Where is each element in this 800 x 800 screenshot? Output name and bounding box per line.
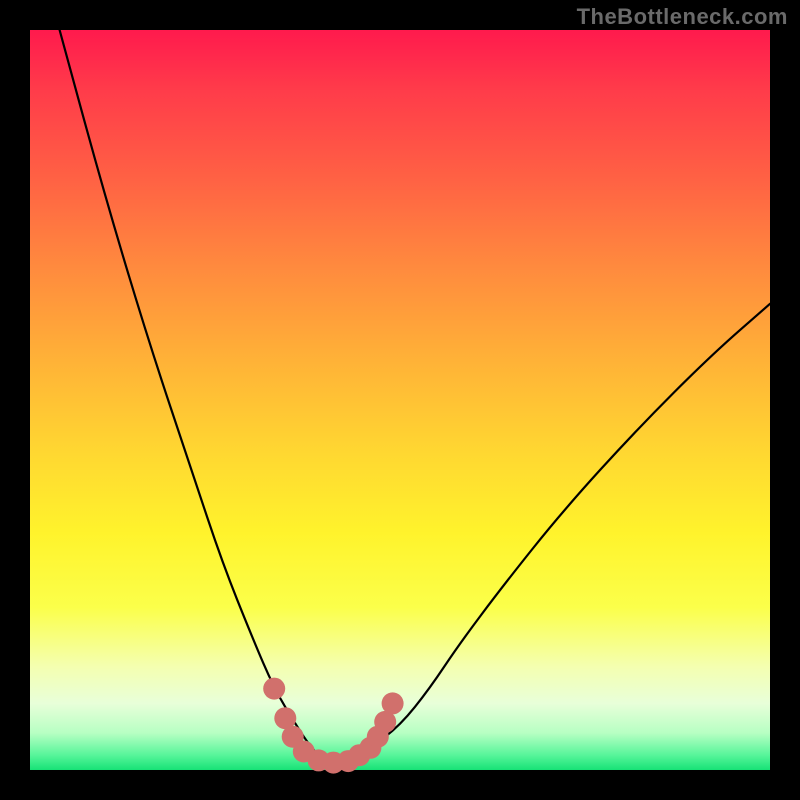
watermark-text: TheBottleneck.com xyxy=(577,4,788,30)
plot-area xyxy=(30,30,770,770)
marker-dot xyxy=(382,692,404,714)
curve-layer xyxy=(30,30,770,770)
highlighted-points xyxy=(263,678,403,774)
chart-frame: TheBottleneck.com xyxy=(0,0,800,800)
bottleneck-curve xyxy=(60,30,770,763)
marker-dot xyxy=(263,678,285,700)
